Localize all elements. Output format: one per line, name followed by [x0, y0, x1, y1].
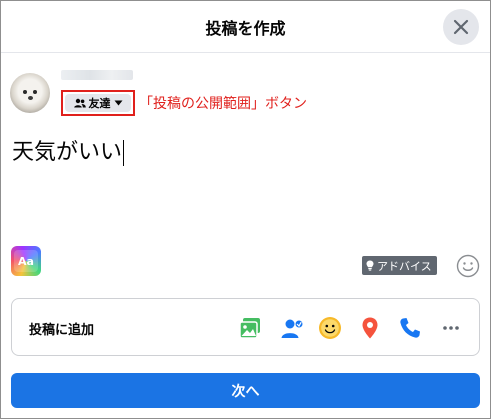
add-to-post-label: 投稿に追加	[29, 323, 95, 338]
username-redacted	[61, 70, 133, 80]
background-selector-label: Aa	[14, 250, 38, 272]
annotation-label: 「投稿の公開範囲」ボタン	[139, 96, 307, 112]
close-button[interactable]	[443, 9, 479, 45]
privacy-label: 友達	[88, 97, 111, 110]
tag-people-icon	[281, 319, 304, 338]
photo-video-button[interactable]	[237, 315, 263, 341]
advice-badge[interactable]: アドバイス	[362, 256, 437, 275]
add-to-post-panel: 投稿に追加	[11, 298, 480, 356]
emoji-icon[interactable]	[456, 254, 480, 278]
close-icon	[453, 19, 469, 35]
next-button[interactable]: 次へ	[11, 373, 480, 408]
call-button[interactable]	[397, 315, 423, 341]
caret-down-icon	[114, 100, 122, 106]
call-icon	[400, 318, 420, 338]
advice-label: アドバイス	[377, 259, 432, 273]
text-caret	[123, 140, 125, 166]
avatar	[10, 73, 50, 113]
check-in-icon	[362, 317, 378, 339]
tag-people-button[interactable]	[279, 315, 305, 341]
create-post-dialog: 投稿を作成 友達 「投稿の公開範囲」ボタン 天気がいい Aa アドバイス 投稿に…	[0, 0, 491, 419]
background-selector-button[interactable]: Aa	[11, 246, 41, 276]
friends-icon	[73, 98, 86, 108]
privacy-button[interactable]: 友達	[65, 94, 131, 112]
post-text-input[interactable]: 天気がいい	[12, 134, 125, 166]
feeling-button[interactable]	[317, 315, 343, 341]
photo-video-icon	[239, 318, 260, 339]
dialog-header: 投稿を作成	[1, 1, 490, 53]
more-icon	[443, 326, 459, 330]
check-in-button[interactable]	[357, 315, 383, 341]
more-options-button[interactable]	[438, 315, 464, 341]
feeling-icon	[319, 317, 341, 339]
post-text: 天気がいい	[12, 140, 123, 165]
lightbulb-icon	[366, 260, 374, 271]
dialog-title: 投稿を作成	[205, 19, 286, 38]
